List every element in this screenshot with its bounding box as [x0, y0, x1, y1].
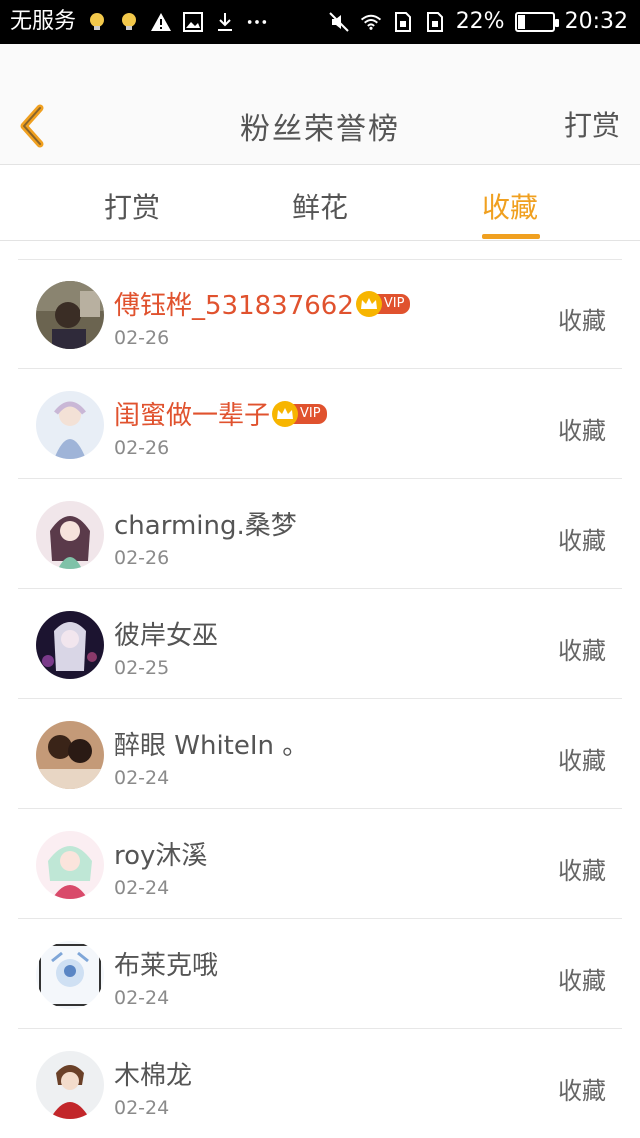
status-bar: 无服务 22% 20:32	[0, 0, 640, 44]
list-item[interactable]: 布莱克哦 02-24 收藏	[18, 919, 622, 1029]
crown-icon	[355, 290, 382, 317]
avatar[interactable]	[36, 501, 104, 569]
action-label: 收藏	[558, 747, 606, 775]
fan-name: 闺蜜做一辈子	[114, 401, 271, 431]
action-label: 收藏	[558, 857, 606, 885]
clock: 20:32	[564, 9, 628, 34]
fan-date: 02-26	[114, 327, 170, 349]
mute-icon	[328, 10, 350, 34]
warning-icon	[150, 10, 172, 34]
list-item[interactable]: roy沐溪 02-24 收藏	[18, 809, 622, 919]
list-item[interactable]: 木棉龙 02-24 收藏	[18, 1029, 622, 1138]
list-item[interactable]: 傅钰桦_531837662 VIP 02-26 收藏	[18, 259, 622, 369]
list-item[interactable]: 闺蜜做一辈子 VIP 02-26 收藏	[18, 369, 622, 479]
action-label: 收藏	[558, 527, 606, 555]
list-item[interactable]: charming.桑梦 02-26 收藏	[18, 479, 622, 589]
fan-name: 木棉龙	[114, 1061, 193, 1091]
avatar[interactable]	[36, 831, 104, 899]
fan-date: 02-26	[114, 437, 170, 459]
wifi-icon	[360, 10, 382, 34]
avatar[interactable]	[36, 941, 104, 1009]
sim-icon	[392, 10, 414, 34]
action-label: 收藏	[558, 307, 606, 335]
fan-name: 彼岸女巫	[114, 621, 219, 651]
fan-name: charming.桑梦	[114, 511, 297, 541]
battery-percent: 22%	[455, 9, 505, 34]
fan-name: 醉眼 WhiteIn 。	[114, 731, 309, 761]
bulb-icon	[118, 10, 140, 34]
tab-favorites[interactable]: 收藏	[480, 186, 540, 226]
list-item[interactable]: 彼岸女巫 02-25 收藏	[18, 589, 622, 699]
avatar[interactable]	[36, 721, 104, 789]
fan-name: 傅钰桦_531837662	[114, 291, 354, 321]
tab-bar: 打赏 鲜花 收藏	[0, 166, 640, 241]
app-bar: 粉丝荣誉榜 打赏	[0, 44, 640, 165]
fan-date: 02-24	[114, 1097, 170, 1119]
fan-date: 02-24	[114, 987, 170, 1009]
fan-date: 02-24	[114, 767, 170, 789]
action-label: 收藏	[558, 1077, 606, 1105]
battery-icon	[514, 12, 559, 32]
fan-list: 傅钰桦_531837662 VIP 02-26 收藏 闺蜜做一辈子 VIP 02…	[18, 259, 622, 1138]
crown-icon	[272, 400, 299, 427]
tab-flowers[interactable]: 鲜花	[290, 186, 350, 226]
carrier-text: 无服务	[10, 9, 77, 34]
list-item[interactable]: 醉眼 WhiteIn 。 02-24 收藏	[18, 699, 622, 809]
page-title: 粉丝荣誉榜	[240, 112, 400, 147]
action-label: 收藏	[558, 637, 606, 665]
more-icon	[246, 10, 268, 34]
avatar[interactable]	[36, 1051, 104, 1119]
sim-icon	[424, 10, 446, 34]
avatar[interactable]	[36, 281, 104, 349]
image-icon	[182, 10, 204, 34]
tab-reward[interactable]: 打赏	[102, 186, 162, 226]
fan-date: 02-25	[114, 657, 170, 679]
action-label: 收藏	[558, 967, 606, 995]
reward-button[interactable]: 打赏	[564, 104, 620, 144]
avatar[interactable]	[36, 391, 104, 459]
avatar[interactable]	[36, 611, 104, 679]
fan-date: 02-26	[114, 547, 170, 569]
fan-name: 布莱克哦	[114, 951, 219, 981]
active-tab-indicator	[482, 234, 540, 239]
download-icon	[214, 10, 236, 34]
bulb-icon	[86, 10, 108, 34]
action-label: 收藏	[558, 417, 606, 445]
fan-name: roy沐溪	[114, 841, 208, 871]
fan-date: 02-24	[114, 877, 170, 899]
